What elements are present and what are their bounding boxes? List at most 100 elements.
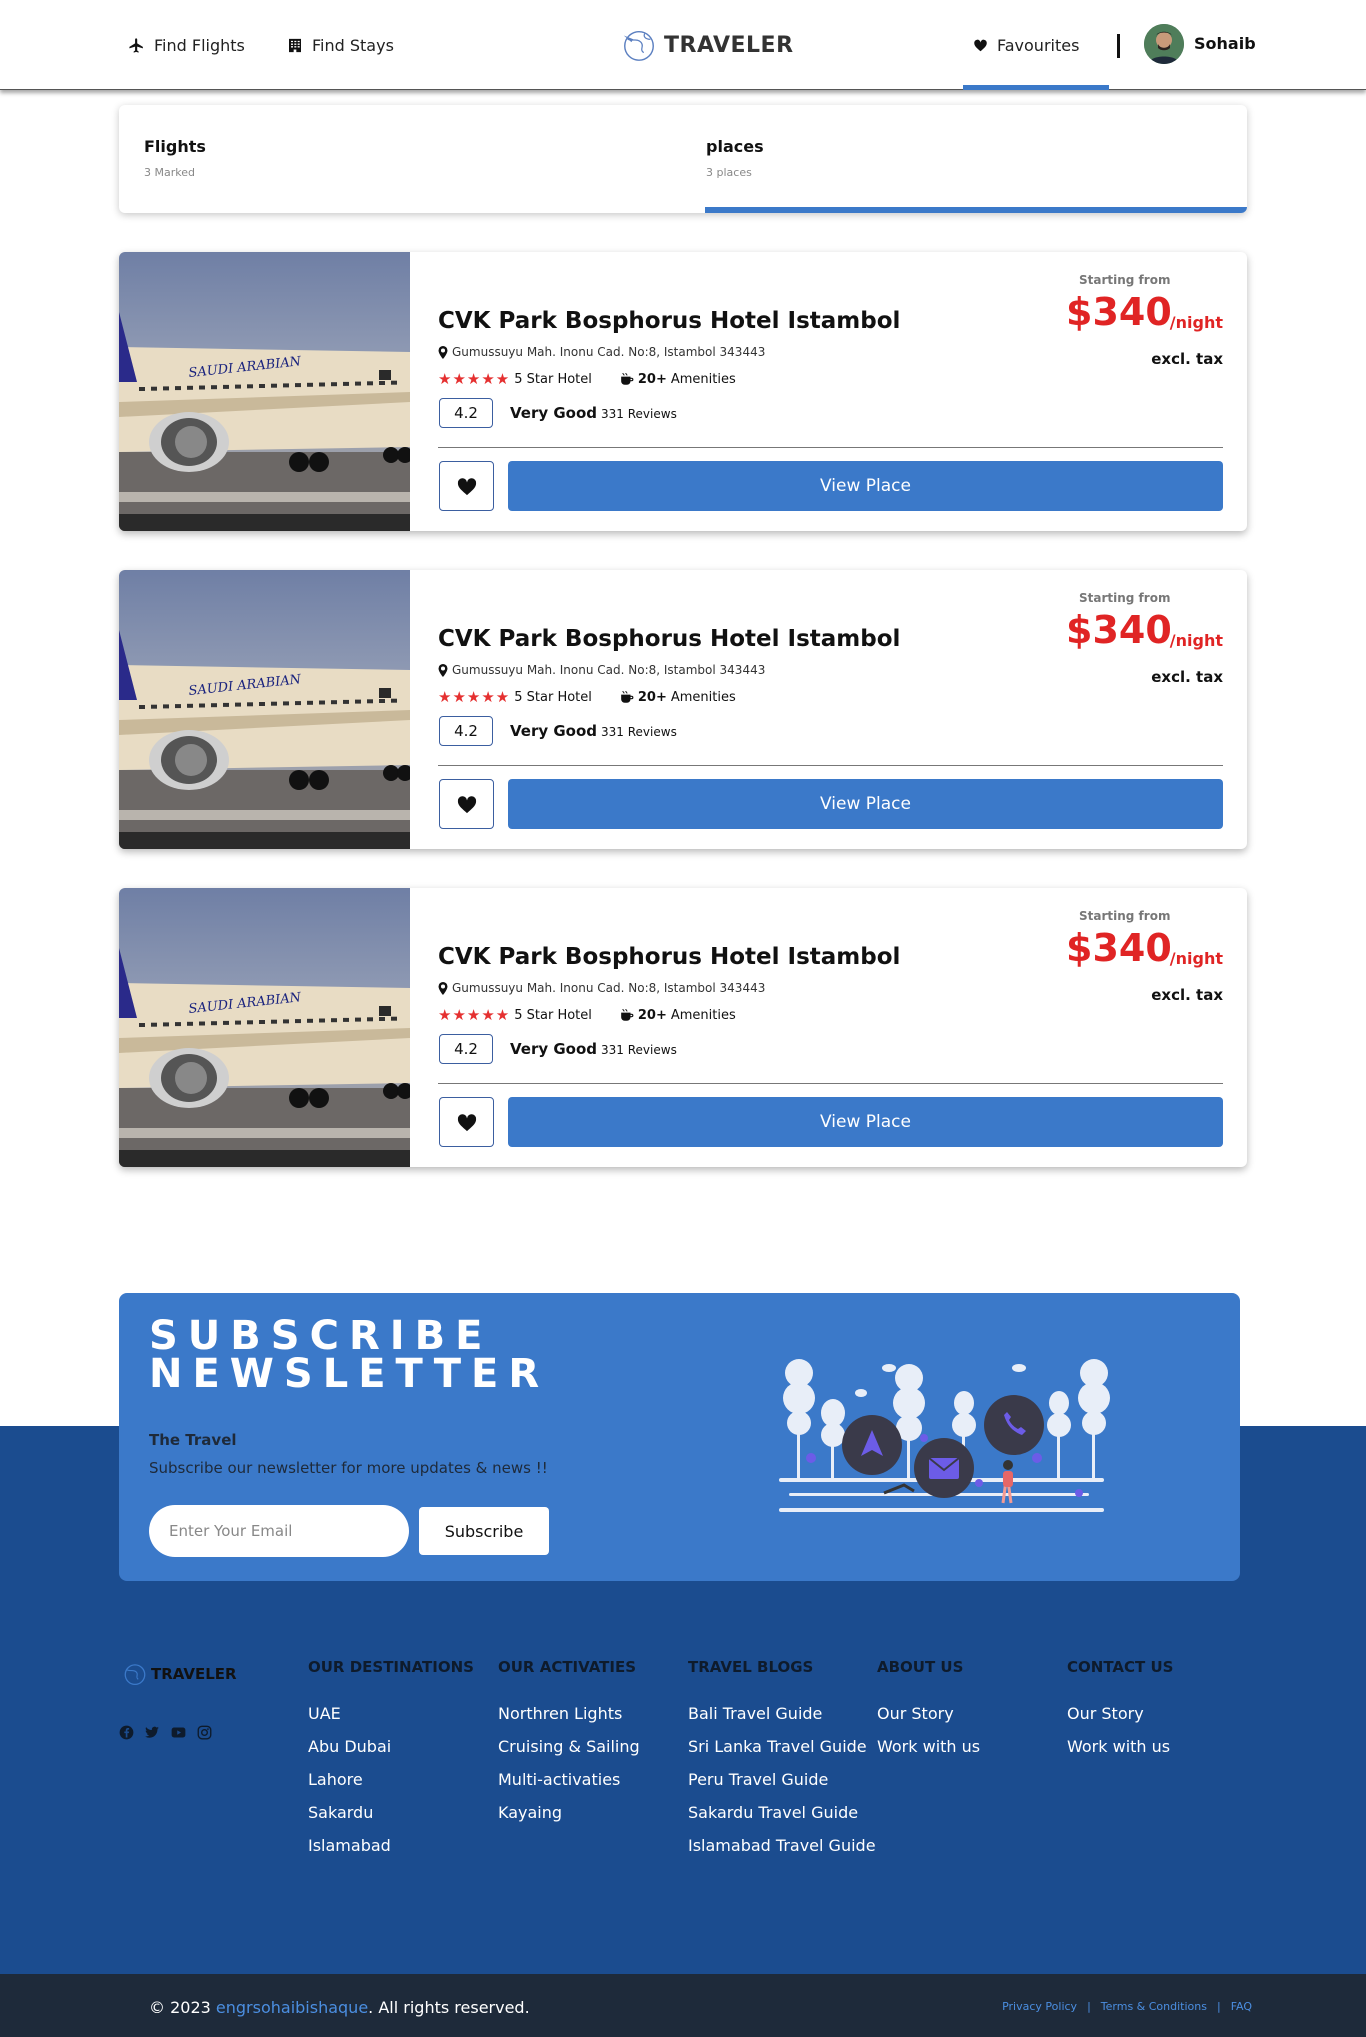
top-navbar: Find Flights Find Stays TRAVELER Favouri… [0, 0, 1366, 90]
tab-flights[interactable]: Flights 3 Marked [144, 137, 206, 179]
price-unit: /night [1169, 313, 1223, 332]
twitter-icon[interactable] [144, 1725, 160, 1740]
footer-link[interactable]: Bali Travel Guide [688, 1704, 876, 1723]
hotel-image[interactable]: SAUDI ARABIAN [119, 252, 410, 531]
legal-separator: | [1087, 2000, 1091, 2013]
heart-icon [974, 39, 987, 52]
hotel-class: 5 Star Hotel [514, 1007, 592, 1023]
legal-separator: | [1216, 2000, 1221, 2013]
amenities-count: 20+ [637, 1007, 667, 1023]
starting-from-label: Starting from [1079, 909, 1171, 923]
newsletter-illustration [779, 1359, 1110, 1512]
hotel-card: SAUDI ARABIAN CVK Park Bosphorus Hotel I… [119, 252, 1247, 531]
footer-link[interactable]: Sakardu [308, 1803, 474, 1822]
heart-icon [457, 1114, 476, 1132]
footer-column: ABOUT US Our Story Work with us [877, 1658, 980, 1770]
price-amount: $340 [1066, 290, 1172, 334]
view-place-button[interactable]: View Place [508, 1097, 1223, 1147]
subscribe-button[interactable]: Subscribe [419, 1507, 549, 1555]
newsletter-title-line2: NEWSLETTER [149, 1351, 550, 1397]
amenities-count: 20+ [637, 371, 667, 387]
footer-link[interactable]: Our Story [877, 1704, 980, 1723]
hotel-image[interactable]: SAUDI ARABIAN [119, 888, 410, 1167]
hotel-name[interactable]: CVK Park Bosphorus Hotel Istambol [438, 944, 900, 970]
rating-score: 4.2 [439, 398, 493, 428]
faq-link[interactable]: FAQ [1231, 2000, 1252, 2013]
terms-link[interactable]: Terms & Conditions [1101, 2000, 1207, 2013]
nav-find-stays[interactable]: Find Stays [287, 33, 394, 57]
footer-link[interactable]: Lahore [308, 1770, 474, 1789]
newsletter-description: Subscribe our newsletter for more update… [149, 1459, 548, 1477]
tab-places-active-indicator [705, 207, 1247, 213]
review-count[interactable]: 331 Reviews [601, 407, 677, 421]
hotel-address-text: Gumussuyu Mah. Inonu Cad. No:8, Istambol… [452, 345, 766, 359]
view-place-button[interactable]: View Place [508, 461, 1223, 511]
location-pin-icon [438, 981, 448, 995]
footer-brand-logo[interactable]: TRAVELER [122, 1660, 237, 1688]
footer-link[interactable]: Our Story [1067, 1704, 1173, 1723]
footer-link[interactable]: Cruising & Sailing [498, 1737, 640, 1756]
privacy-policy-link[interactable]: Privacy Policy [1002, 2000, 1077, 2013]
rating-label: Very Good [510, 722, 598, 740]
star-rating-icons: ★★★★★ [438, 1006, 511, 1024]
footer-link[interactable]: Peru Travel Guide [688, 1770, 876, 1789]
heart-icon [457, 478, 476, 496]
nav-find-flights[interactable]: Find Flights [128, 33, 245, 57]
footer-link[interactable]: Work with us [1067, 1737, 1173, 1756]
hotel-meta: ★★★★★ 5 Star Hotel 20+ Amenities [438, 688, 736, 706]
amenities: 20+ Amenities [620, 1008, 736, 1023]
price-amount: $340 [1066, 608, 1172, 652]
favourite-toggle-button[interactable] [439, 779, 494, 829]
starting-from-label: Starting from [1079, 273, 1171, 287]
brand-logo[interactable]: TRAVELER [620, 22, 794, 68]
footer-link[interactable]: Islamabad [308, 1836, 474, 1855]
amenities-label: Amenities [670, 1007, 736, 1023]
hotel-image[interactable]: SAUDI ARABIAN [119, 570, 410, 849]
instagram-icon[interactable] [197, 1725, 212, 1740]
footer-link[interactable]: Abu Dubai [308, 1737, 474, 1756]
hotel-address-text: Gumussuyu Mah. Inonu Cad. No:8, Istambol… [452, 981, 766, 995]
review-count[interactable]: 331 Reviews [601, 725, 677, 739]
footer-column-heading: ABOUT US [877, 1658, 964, 1676]
favourite-toggle-button[interactable] [439, 461, 494, 511]
price: $340 /night [1066, 610, 1223, 650]
rating-score: 4.2 [439, 716, 493, 746]
hotel-card: SAUDI ARABIAN CVK Park Bosphorus Hotel I… [119, 570, 1247, 849]
plane-icon [129, 37, 143, 53]
newsletter-title-line1: SUBSCRIBE [149, 1313, 493, 1359]
amenities: 20+ Amenities [620, 690, 736, 705]
copyright-author-link[interactable]: engrsohaibishaque [216, 1998, 368, 2017]
footer-link[interactable]: Islamabad Travel Guide [688, 1836, 876, 1855]
footer-link[interactable]: Work with us [877, 1737, 980, 1756]
user-avatar[interactable] [1144, 24, 1184, 64]
footer-link[interactable]: Kayaing [498, 1803, 640, 1822]
globe-logo-icon [124, 1664, 146, 1686]
hotel-name[interactable]: CVK Park Bosphorus Hotel Istambol [438, 626, 900, 652]
nav-divider [1117, 34, 1120, 58]
footer-column-heading: OUR ACTIVATIES [498, 1658, 637, 1676]
footer-link[interactable]: Sakardu Travel Guide [688, 1803, 876, 1822]
nav-favourites[interactable]: Favourites [973, 33, 1079, 57]
footer-link[interactable]: Sri Lanka Travel Guide [688, 1737, 876, 1756]
copyright: © 2023 engrsohaibishaque. All rights res… [149, 1998, 530, 2017]
footer-link[interactable]: Northren Lights [498, 1704, 640, 1723]
footer-column-heading: OUR DESTINATIONS [308, 1658, 474, 1676]
tab-places[interactable]: places 3 places [706, 137, 764, 179]
hotel-name[interactable]: CVK Park Bosphorus Hotel Istambol [438, 308, 900, 334]
footer-link[interactable]: Multi-activaties [498, 1770, 640, 1789]
footer-link[interactable]: UAE [308, 1704, 474, 1723]
favourite-toggle-button[interactable] [439, 1097, 494, 1147]
tax-note: excl. tax [1151, 350, 1223, 368]
user-name[interactable]: Sohaib [1194, 34, 1256, 53]
nav-find-stays-label: Find Stays [312, 35, 394, 55]
hotel-address: Gumussuyu Mah. Inonu Cad. No:8, Istambol… [438, 345, 765, 359]
newsletter-email-input[interactable] [149, 1505, 409, 1557]
hotel-class: 5 Star Hotel [514, 371, 592, 387]
facebook-icon[interactable] [119, 1725, 134, 1740]
newsletter-subtitle: The Travel [149, 1431, 237, 1449]
review-count[interactable]: 331 Reviews [601, 1043, 677, 1057]
youtube-icon[interactable] [170, 1725, 187, 1740]
view-place-button[interactable]: View Place [508, 779, 1223, 829]
amenities: 20+ Amenities [620, 372, 736, 387]
globe-logo-icon [623, 30, 654, 61]
